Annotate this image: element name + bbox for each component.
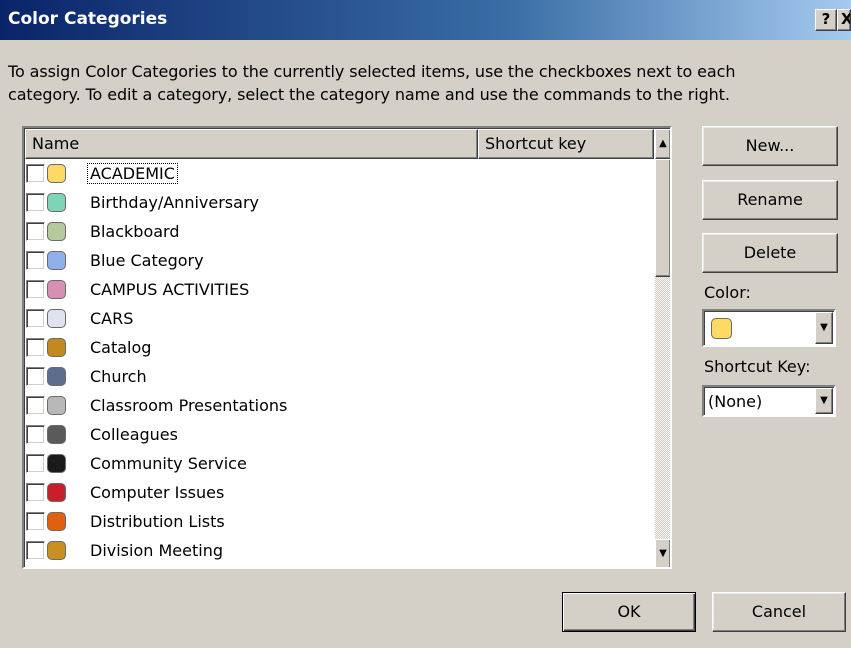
instructions-text: To assign Color Categories to the curren… — [8, 60, 838, 106]
list-item[interactable]: Blackboard — [24, 218, 654, 247]
category-checkbox[interactable] — [26, 367, 45, 386]
list-item[interactable]: Computer Issues — [24, 479, 654, 508]
list-item[interactable]: Blue Category — [24, 247, 654, 276]
category-checkbox[interactable] — [26, 193, 45, 212]
category-name[interactable]: ACADEMIC — [87, 163, 178, 184]
selected-color-swatch — [711, 318, 732, 339]
help-button[interactable]: ? — [815, 9, 837, 31]
cancel-button[interactable]: Cancel — [712, 592, 846, 632]
category-color-swatch — [47, 338, 66, 357]
list-item[interactable]: CARS — [24, 305, 654, 334]
category-checkbox[interactable] — [26, 280, 45, 299]
category-name[interactable]: CARS — [88, 309, 135, 328]
category-checkbox[interactable] — [26, 338, 45, 357]
category-checkbox[interactable] — [26, 396, 45, 415]
category-name[interactable]: Birthday/Anniversary — [88, 193, 261, 212]
chevron-down-icon[interactable]: ▼ — [815, 388, 833, 414]
category-name[interactable]: Church — [88, 367, 149, 386]
category-color-swatch — [47, 541, 66, 560]
shortcut-key-value: (None) — [708, 392, 763, 411]
instructions-line-1: To assign Color Categories to the curren… — [8, 62, 736, 81]
category-color-swatch — [47, 280, 66, 299]
category-list[interactable]: Name Shortcut key ACADEMIC Birthday/Anniv… — [22, 126, 672, 569]
shortcut-key-label: Shortcut Key: — [704, 357, 811, 376]
scroll-thumb[interactable] — [655, 159, 670, 277]
list-item[interactable]: Division Meeting — [24, 537, 654, 566]
category-name[interactable]: Computer Issues — [88, 483, 226, 502]
category-name[interactable]: Distribution Lists — [88, 512, 227, 531]
category-checkbox[interactable] — [26, 483, 45, 502]
category-checkbox[interactable] — [26, 454, 45, 473]
category-color-swatch — [47, 309, 66, 328]
list-item[interactable]: Community Service — [24, 450, 654, 479]
color-label: Color: — [704, 283, 751, 302]
category-name[interactable]: Blackboard — [88, 222, 182, 241]
category-name[interactable]: Division Meeting — [88, 541, 225, 560]
chevron-down-icon[interactable]: ▼ — [815, 312, 833, 344]
title-bar: Color Categories ? X — [0, 0, 851, 40]
list-item[interactable]: E...ail — [24, 566, 654, 567]
list-item[interactable]: Distribution Lists — [24, 508, 654, 537]
ok-button[interactable]: OK — [562, 592, 696, 632]
scroll-down-arrow-icon[interactable]: ▼ — [655, 539, 670, 567]
color-categories-dialog: Color Categories ? X To assign Color Cat… — [0, 0, 851, 648]
category-name[interactable]: Community Service — [88, 454, 249, 473]
category-color-swatch — [47, 193, 66, 212]
category-checkbox[interactable] — [26, 425, 45, 444]
close-button[interactable]: X — [837, 9, 851, 31]
category-checkbox[interactable] — [26, 309, 45, 328]
category-color-swatch — [47, 512, 66, 531]
category-checkbox[interactable] — [26, 164, 45, 183]
category-color-swatch — [47, 222, 66, 241]
category-rows: ACADEMIC Birthday/Anniversary Blackboard Bl… — [24, 160, 654, 567]
list-item[interactable]: ACADEMIC — [24, 160, 654, 189]
window-title: Color Categories — [8, 9, 168, 29]
category-name[interactable]: CAMPUS ACTIVITIES — [88, 280, 251, 299]
list-item[interactable]: Birthday/Anniversary — [24, 189, 654, 218]
list-item[interactable]: Church — [24, 363, 654, 392]
list-item[interactable]: CAMPUS ACTIVITIES — [24, 276, 654, 305]
category-color-swatch — [47, 396, 66, 415]
color-dropdown[interactable]: ▼ — [702, 309, 836, 347]
column-header-name[interactable]: Name — [25, 129, 478, 159]
instructions-line-2: category. To edit a category, select the… — [8, 85, 730, 104]
column-header-shortcut-key[interactable]: Shortcut key — [478, 129, 654, 159]
vertical-scrollbar[interactable]: ▲ ▼ — [655, 129, 670, 567]
category-color-swatch — [47, 367, 66, 386]
list-item[interactable]: Colleagues — [24, 421, 654, 450]
new-button[interactable]: New... — [702, 126, 838, 166]
category-color-swatch — [47, 483, 66, 502]
list-item[interactable]: Classroom Presentations — [24, 392, 654, 421]
list-item[interactable]: Catalog — [24, 334, 654, 363]
category-name[interactable]: Blue Category — [88, 251, 206, 270]
category-checkbox[interactable] — [26, 222, 45, 241]
scroll-up-arrow-icon[interactable]: ▲ — [655, 129, 670, 159]
category-color-swatch — [47, 425, 66, 444]
category-name[interactable]: Classroom Presentations — [88, 396, 289, 415]
category-checkbox[interactable] — [26, 541, 45, 560]
category-color-swatch — [47, 454, 66, 473]
category-name[interactable]: Catalog — [88, 338, 153, 357]
shortcut-key-dropdown[interactable]: (None) ▼ — [702, 385, 836, 417]
category-color-swatch — [47, 164, 66, 183]
category-checkbox[interactable] — [26, 512, 45, 531]
category-name[interactable]: Colleagues — [88, 425, 180, 444]
rename-button[interactable]: Rename — [702, 180, 838, 220]
delete-button[interactable]: Delete — [702, 233, 838, 273]
category-checkbox[interactable] — [26, 251, 45, 270]
category-color-swatch — [47, 251, 66, 270]
